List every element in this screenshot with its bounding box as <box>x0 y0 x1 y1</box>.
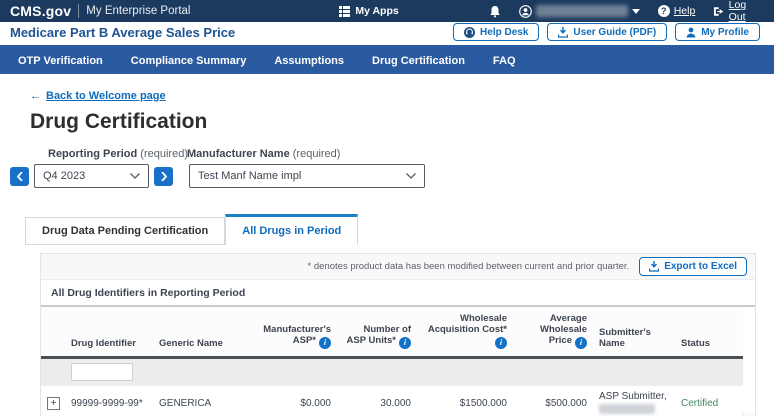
back-arrow-icon: ← <box>30 90 41 102</box>
enterprise-top-bar: CMS.gov My Enterprise Portal My Apps <box>0 0 774 22</box>
person-icon <box>686 27 696 38</box>
redacted-submitter-name <box>599 404 655 414</box>
topbar-right: ? Help Log Out <box>489 0 764 23</box>
modified-data-footnote: * denotes product data has been modified… <box>308 261 630 272</box>
back-link-label: Back to Welcome page <box>46 90 166 102</box>
my-profile-label: My Profile <box>701 27 749 38</box>
info-icon[interactable]: i <box>399 337 411 349</box>
download-icon <box>649 261 659 272</box>
manufacturer-name-value: Test Manf Name impl <box>198 170 301 182</box>
expand-row-button[interactable]: + <box>47 397 60 410</box>
chevron-right-icon <box>161 172 167 181</box>
chevron-left-icon <box>17 172 23 181</box>
asp-units-cell: 30.000 <box>337 385 417 416</box>
user-account-menu[interactable] <box>519 5 640 18</box>
nav-item-compliance-summary[interactable]: Compliance Summary <box>117 48 261 74</box>
next-period-button[interactable] <box>154 167 173 186</box>
apps-grid-icon <box>339 6 350 17</box>
section-title: All Drug Identifiers in Reporting Period <box>41 280 755 307</box>
col-wholesale-acquisition-cost: Wholesale Acquisition Cost*i <box>417 307 513 357</box>
table-row: + 99999-9999-99* GENERICA $0.000 30.000 … <box>41 385 743 416</box>
status-cell: Certified <box>675 385 743 416</box>
log-out-icon <box>713 6 724 17</box>
tab-drug-data-pending-certification[interactable]: Drug Data Pending Certification <box>25 217 225 245</box>
cms-logo: CMS.gov <box>10 3 71 19</box>
manufacturer-name-label: Manufacturer Name (required) <box>187 148 340 160</box>
header-buttons: Help Desk User Guide (PDF) My Profile <box>453 23 760 41</box>
portal-name: My Enterprise Portal <box>86 5 190 17</box>
export-to-excel-label: Export to Excel <box>664 261 737 272</box>
table-filter-row <box>41 357 743 385</box>
notifications-bell-icon[interactable] <box>489 5 501 18</box>
nav-item-assumptions[interactable]: Assumptions <box>260 48 358 74</box>
wac-cell: $1500.000 <box>417 385 513 416</box>
drug-tabs: Drug Data Pending Certification All Drug… <box>25 214 756 245</box>
nav-item-drug-certification[interactable]: Drug Certification <box>358 48 479 74</box>
col-submitters-name: Submitter's Name <box>593 307 675 357</box>
nav-item-otp-verification[interactable]: OTP Verification <box>4 48 117 74</box>
my-profile-button[interactable]: My Profile <box>675 23 760 41</box>
chevron-down-icon <box>406 173 416 179</box>
drug-identifiers-table: Drug Identifier Generic Name Manufacture… <box>41 307 743 416</box>
drug-identifier-cell: 99999-9999-99* <box>65 385 153 416</box>
user-guide-label: User Guide (PDF) <box>573 27 656 38</box>
table-header-row: Drug Identifier Generic Name Manufacture… <box>41 307 743 357</box>
help-desk-label: Help Desk <box>480 27 528 38</box>
col-manufacturers-asp: Manufacturer's ASP*i <box>257 307 337 357</box>
previous-period-button[interactable] <box>10 167 29 186</box>
manufacturer-name-select[interactable]: Test Manf Name impl <box>189 164 425 188</box>
help-label: Help <box>674 5 696 17</box>
user-guide-button[interactable]: User Guide (PDF) <box>547 23 667 41</box>
expand-column-header <box>41 307 65 357</box>
filter-controls: Q4 2023 Test Manf Name impl <box>10 164 425 188</box>
user-avatar-icon <box>519 5 532 18</box>
page-title: Drug Certification <box>30 110 756 134</box>
table-note-row: * denotes product data has been modified… <box>41 254 755 280</box>
my-apps-label: My Apps <box>355 5 398 17</box>
screen: CMS.gov My Enterprise Portal My Apps <box>0 0 774 416</box>
export-to-excel-button[interactable]: Export to Excel <box>639 257 747 276</box>
table-scrollbar[interactable]: ▲ <box>742 412 755 416</box>
info-icon[interactable]: i <box>319 337 331 349</box>
reporting-period-label: Reporting Period (required) <box>48 148 188 160</box>
nav-item-faq[interactable]: FAQ <box>479 48 530 74</box>
headset-icon <box>464 27 475 38</box>
tab-all-drugs-in-period[interactable]: All Drugs in Period <box>225 214 358 245</box>
col-number-of-asp-units: Number of ASP Units*i <box>337 307 417 357</box>
help-link[interactable]: ? Help <box>658 5 696 17</box>
my-apps-button[interactable]: My Apps <box>249 5 488 17</box>
redacted-username <box>536 5 628 17</box>
main-content: ← Back to Welcome page Drug Certificatio… <box>0 74 774 416</box>
col-average-wholesale-price: Average Wholesale Pricei <box>513 307 593 357</box>
col-drug-identifier: Drug Identifier <box>65 307 153 357</box>
filter-form: Reporting Period (required) Manufacturer… <box>30 148 756 198</box>
awp-cell: $500.000 <box>513 385 593 416</box>
col-status: Status <box>675 307 743 357</box>
generic-name-cell: GENERICA <box>153 385 257 416</box>
reporting-period-value: Q4 2023 <box>43 170 85 182</box>
app-header: Medicare Part B Average Sales Price Help… <box>0 22 774 48</box>
submitter-cell: ASP Submitter, <box>593 385 675 416</box>
help-question-icon: ? <box>658 5 670 17</box>
chevron-down-icon <box>632 9 640 14</box>
app-title: Medicare Part B Average Sales Price <box>10 25 453 40</box>
drug-identifier-filter-input[interactable] <box>71 363 133 381</box>
col-generic-name: Generic Name <box>153 307 257 357</box>
manufacturers-asp-cell: $0.000 <box>257 385 337 416</box>
info-icon[interactable]: i <box>495 337 507 349</box>
download-icon <box>558 27 568 38</box>
log-out-label: Log Out <box>729 0 764 23</box>
brand-divider <box>78 4 79 18</box>
chevron-down-icon <box>130 173 140 179</box>
info-icon[interactable]: i <box>575 337 587 349</box>
help-desk-button[interactable]: Help Desk <box>453 23 539 41</box>
log-out-link[interactable]: Log Out <box>713 0 764 23</box>
brand-area: CMS.gov My Enterprise Portal <box>10 3 249 19</box>
all-drugs-panel: * denotes product data has been modified… <box>40 253 756 416</box>
primary-nav: OTP Verification Compliance Summary Assu… <box>0 48 774 74</box>
back-to-welcome-link[interactable]: ← Back to Welcome page <box>30 90 166 102</box>
reporting-period-select[interactable]: Q4 2023 <box>34 164 149 188</box>
